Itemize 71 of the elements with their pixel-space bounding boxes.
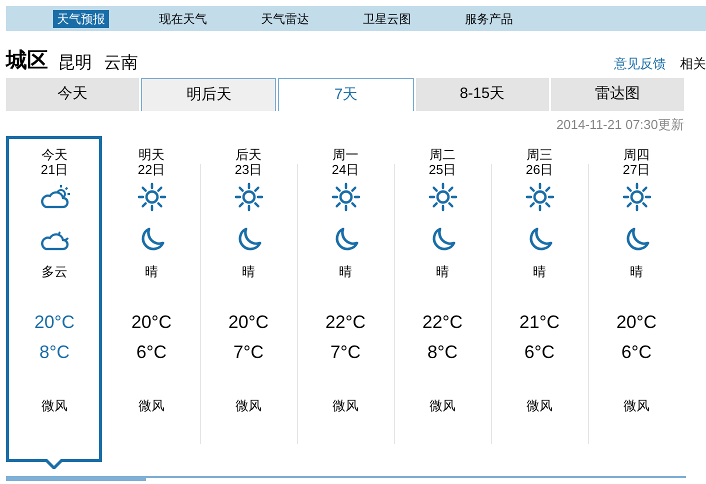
weather-text: 晴 <box>145 264 158 279</box>
high-temp: 20°C <box>34 312 75 332</box>
wind-text: 微风 <box>430 398 456 413</box>
high-temp: 20°C <box>131 312 172 332</box>
low-temp: 8°C <box>427 342 458 362</box>
tab[interactable]: 8-15天 <box>416 78 549 111</box>
related-link[interactable]: 相关 <box>680 57 706 70</box>
day-name: 周三 <box>526 147 552 162</box>
tab[interactable]: 今天 <box>6 78 140 111</box>
tab[interactable]: 明后天 <box>141 78 276 111</box>
nav-link[interactable]: 现在天气 <box>155 10 211 28</box>
low-temp: 7°C <box>330 342 361 362</box>
sun-icon <box>330 181 362 213</box>
nav-link[interactable]: 服务产品 <box>461 10 517 28</box>
low-temp: 6°C <box>524 342 555 362</box>
day-date: 27日 <box>622 162 650 177</box>
day-date: 22日 <box>138 162 166 177</box>
high-temp: 20°C <box>616 312 657 332</box>
city-name: 昆明 <box>58 54 92 71</box>
high-temp: 22°C <box>422 312 463 332</box>
tab[interactable]: 7天 <box>278 78 414 111</box>
day-column[interactable]: 后天 23日 晴 20°C 7°C 微风 <box>200 136 297 462</box>
wind-text: 微风 <box>236 398 262 413</box>
weather-text: 晴 <box>436 264 449 279</box>
day-column[interactable]: 周四 27日 晴 20°C 6°C 微风 <box>588 136 685 462</box>
low-temp: 8°C <box>39 342 70 362</box>
weather-text: 晴 <box>533 264 546 279</box>
day-name: 今天 <box>42 147 68 162</box>
day-column[interactable]: 明天 22日 晴 20°C 6°C 微风 <box>103 136 200 462</box>
wind-text: 微风 <box>332 398 358 413</box>
day-date: 25日 <box>428 162 456 177</box>
sun-icon <box>136 181 168 213</box>
weather-text: 晴 <box>339 264 352 279</box>
day-name: 周一 <box>332 147 358 162</box>
low-temp: 6°C <box>136 342 167 362</box>
nav-link[interactable]: 卫星云图 <box>359 10 415 28</box>
feedback-link[interactable]: 意见反馈 <box>614 57 666 70</box>
day-column[interactable]: 周一 24日 晴 22°C 7°C 微风 <box>297 136 394 462</box>
day-name: 明天 <box>138 147 164 162</box>
sun-icon <box>524 181 556 213</box>
high-temp: 22°C <box>325 312 366 332</box>
wind-text: 微风 <box>624 398 650 413</box>
tab[interactable]: 雷达图 <box>550 78 684 111</box>
update-time: 2014-11-21 07:30更新 <box>556 118 684 131</box>
sun-icon <box>426 181 458 213</box>
low-temp: 7°C <box>233 342 264 362</box>
day-date: 26日 <box>526 162 554 177</box>
day-name: 周四 <box>624 147 650 162</box>
wind-text: 微风 <box>42 398 68 413</box>
nav-link[interactable]: 天气雷达 <box>257 10 313 28</box>
sun-icon <box>232 181 264 213</box>
day-column[interactable]: 周三 26日 晴 21°C 6°C 微风 <box>491 136 588 462</box>
wind-text: 微风 <box>138 398 164 413</box>
pointer-icon <box>45 459 63 469</box>
day-name: 后天 <box>236 147 262 162</box>
high-temp: 21°C <box>519 312 560 332</box>
day-name: 周二 <box>430 147 456 162</box>
sun-icon <box>620 181 652 213</box>
weather-text: 多云 <box>42 264 68 279</box>
high-temp: 20°C <box>228 312 269 332</box>
weather-text: 晴 <box>630 264 643 279</box>
day-column[interactable]: 周二 25日 晴 22°C 8°C 微风 <box>394 136 491 462</box>
nav-link[interactable]: 天气预报 <box>53 10 109 28</box>
district-name: 城区 <box>6 50 48 71</box>
wind-text: 微风 <box>526 398 552 413</box>
weather-text: 晴 <box>242 264 255 279</box>
day-date: 21日 <box>40 162 68 177</box>
day-date: 24日 <box>332 162 360 177</box>
day-date: 23日 <box>234 162 262 177</box>
low-temp: 6°C <box>621 342 652 362</box>
province-name: 云南 <box>104 54 138 71</box>
